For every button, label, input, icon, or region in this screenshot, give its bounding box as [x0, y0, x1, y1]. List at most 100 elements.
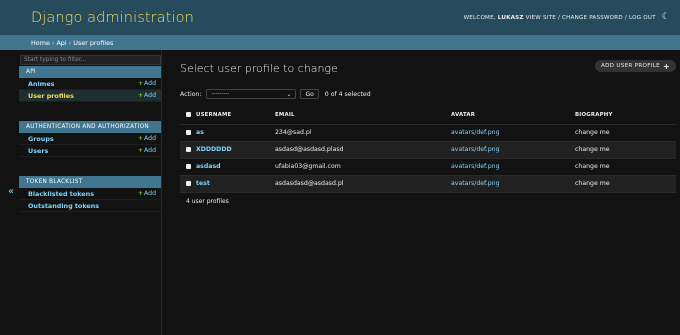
plus-icon: + [137, 135, 144, 142]
add-users-link[interactable]: +Add [138, 147, 156, 154]
app-api: API Animes +Add User profiles +Add [19, 66, 161, 102]
avatar-link[interactable]: avatars/def.png [451, 124, 575, 142]
add-button-label: ADD USER PROFILE [600, 63, 660, 69]
site-header: Django administration WELCOME, LUKASZ VI… [0, 0, 680, 35]
separator: / [624, 14, 627, 21]
username-link[interactable]: as [196, 124, 275, 142]
sidebar-item-label[interactable]: Outstanding tokens [28, 202, 99, 210]
app-token-blacklist: TOKEN BLACKLIST Blacklisted tokens +Add … [19, 176, 161, 212]
app-auth: AUTHENTICATION AND AUTHORIZATION Groups … [19, 121, 161, 157]
moon-icon[interactable]: ☾ [662, 13, 670, 22]
sidebar-item-label[interactable]: Animes [28, 80, 54, 88]
table-row: as 234@sad.pl avatars/def.png change me [180, 124, 676, 142]
row-checkbox-cell [180, 158, 196, 176]
chevron-down-icon: ⌄ [286, 90, 292, 98]
table-header-row: USERNAME EMAIL AVATAR BIOGRAPHY [180, 107, 676, 125]
breadcrumb-home[interactable]: Home [31, 39, 50, 47]
sidebar-item-label[interactable]: Groups [28, 135, 54, 143]
log-out-link[interactable]: LOG OUT [629, 15, 656, 21]
biography-cell: change me [575, 175, 676, 193]
select-all-cell [180, 107, 196, 125]
avatar-link[interactable]: avatars/def.png [451, 158, 575, 176]
add-label: Add [144, 190, 156, 197]
plus-icon: + [137, 92, 144, 99]
actions-bar: Action: --------- ⌄ Go 0 of 4 selected [180, 89, 371, 99]
username-label: LUKASZ [497, 14, 524, 21]
column-header-username[interactable]: USERNAME [196, 107, 275, 125]
add-groups-link[interactable]: +Add [138, 135, 156, 142]
app-caption-token-blacklist[interactable]: TOKEN BLACKLIST [19, 176, 161, 188]
page-title: Select user profile to change [180, 62, 338, 75]
sidebar-item-animes: Animes +Add [19, 78, 161, 90]
row-checkbox-cell [180, 141, 196, 159]
sidebar-item-users: Users +Add [19, 145, 161, 157]
column-header-biography[interactable]: BIOGRAPHY [575, 107, 676, 125]
plus-icon: + [662, 61, 670, 71]
breadcrumb-api[interactable]: Api [56, 39, 66, 47]
view-site-link[interactable]: VIEW SITE [526, 15, 556, 21]
sidebar-item-label[interactable]: Blacklisted tokens [28, 190, 94, 198]
plus-icon: + [137, 80, 144, 87]
selection-counter: 0 of 4 selected [324, 90, 371, 98]
sidebar-item-label[interactable]: Users [28, 147, 48, 155]
app-caption-auth[interactable]: AUTHENTICATION AND AUTHORIZATION [19, 121, 161, 133]
sidebar-item-user-profiles: User profiles +Add [19, 90, 161, 102]
sidebar-item-outstanding-tokens: Outstanding tokens [19, 200, 161, 212]
biography-cell: change me [575, 141, 676, 159]
sidebar-item-blacklisted-tokens: Blacklisted tokens +Add [19, 188, 161, 200]
separator: / [557, 14, 561, 21]
row-checkbox[interactable] [186, 129, 191, 135]
column-header-email[interactable]: EMAIL [275, 107, 451, 125]
app-caption-api[interactable]: API [19, 66, 161, 78]
action-label: Action: [180, 90, 202, 98]
sidebar-item-groups: Groups +Add [19, 133, 161, 145]
email-cell: 234@sad.pl [275, 124, 451, 142]
change-password-link[interactable]: CHANGE PASSWORD [562, 15, 623, 21]
site-branding[interactable]: Django administration [31, 10, 194, 26]
user-tools: WELCOME, LUKASZ VIEW SITE / CHANGE PASSW… [464, 13, 670, 22]
email-cell: ufabia03@gmail.com [275, 158, 451, 176]
nav-filter-input[interactable]: Start typing to filter... [20, 55, 161, 65]
column-header-avatar[interactable]: AVATAR [451, 107, 575, 125]
select-all-checkbox[interactable] [186, 112, 191, 118]
breadcrumb: Home › Api › User profiles [0, 35, 680, 50]
row-checkbox[interactable] [186, 163, 191, 169]
action-select-value: --------- [211, 91, 230, 97]
table-row: XDDDDDD asdasd@asdasd.plasd avatars/def.… [180, 141, 676, 159]
go-button[interactable]: Go [300, 89, 319, 99]
biography-cell: change me [575, 158, 676, 176]
breadcrumb-separator: › [51, 38, 55, 47]
add-label: Add [144, 135, 156, 142]
row-checkbox-cell [180, 124, 196, 142]
sidebar-item-label[interactable]: User profiles [28, 92, 74, 100]
main-content: Select user profile to change ADD USER P… [180, 50, 676, 335]
add-blacklisted-tokens-link[interactable]: +Add [138, 190, 156, 197]
table-row: test asdasdasd@asdasd.pl avatars/def.png… [180, 175, 676, 193]
username-link[interactable]: asdasd [196, 158, 275, 176]
action-select[interactable]: --------- ⌄ [206, 89, 297, 99]
welcome-text: WELCOME, [463, 14, 496, 21]
toggle-sidebar-icon[interactable]: « [8, 187, 14, 197]
add-animes-link[interactable]: +Add [138, 80, 156, 87]
email-cell: asdasd@asdasd.plasd [275, 141, 451, 159]
avatar-link[interactable]: avatars/def.png [451, 141, 575, 159]
email-cell: asdasdasd@asdasd.pl [275, 175, 451, 193]
biography-cell: change me [575, 124, 676, 142]
plus-icon: + [137, 190, 144, 197]
nav-sidebar: Start typing to filter... API Animes +Ad… [19, 50, 162, 335]
username-link[interactable]: XDDDDDD [196, 141, 275, 159]
row-checkbox[interactable] [186, 146, 191, 152]
row-checkbox[interactable] [186, 180, 191, 186]
paginator: 4 user profiles [186, 198, 229, 205]
breadcrumb-current: User profiles [73, 38, 114, 47]
avatar-link[interactable]: avatars/def.png [451, 175, 575, 193]
plus-icon: + [137, 147, 144, 154]
add-label: Add [144, 80, 156, 87]
add-label: Add [144, 92, 156, 99]
breadcrumb-separator: › [68, 38, 72, 47]
add-user-profile-button[interactable]: ADD USER PROFILE + [594, 60, 676, 72]
add-label: Add [144, 147, 156, 154]
row-checkbox-cell [180, 175, 196, 193]
username-link[interactable]: test [196, 175, 275, 193]
add-user-profiles-link[interactable]: +Add [138, 92, 156, 99]
